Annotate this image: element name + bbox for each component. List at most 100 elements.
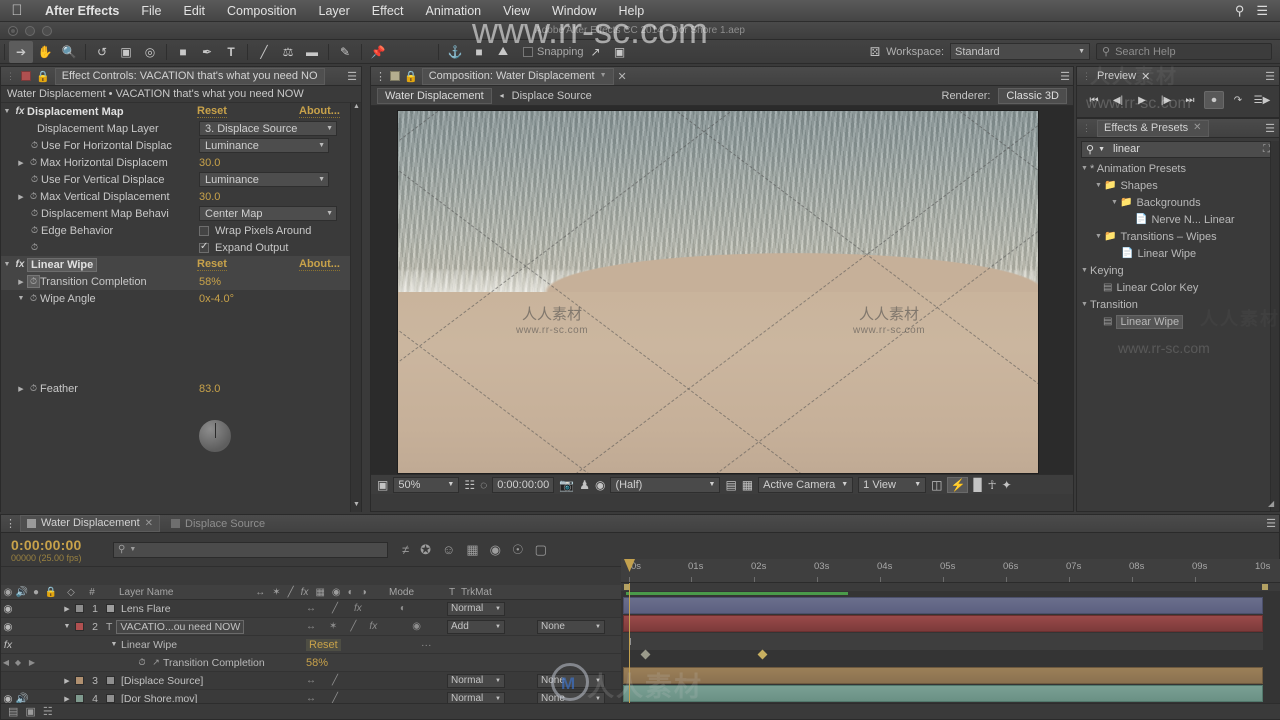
- tree-item-nerve-linear[interactable]: 📄 Nerve N... Linear: [1077, 211, 1279, 228]
- tree-item-shapes[interactable]: ▼ 📁 Shapes: [1077, 177, 1279, 194]
- hide-shy-layers-icon[interactable]: ☺: [442, 542, 455, 557]
- audio-toggle-icon[interactable]: 🔊: [15, 692, 29, 703]
- always-preview-icon[interactable]: ▣: [377, 478, 388, 492]
- effects-switch-icon[interactable]: fx: [369, 621, 377, 632]
- motion-blur-switch-icon[interactable]: ◉: [332, 587, 341, 598]
- menu-item-effect[interactable]: Effect: [361, 0, 415, 22]
- comp-flowchart-icon[interactable]: ☥: [988, 478, 997, 492]
- show-snapshot-icon[interactable]: ♟: [579, 478, 590, 492]
- property-value[interactable]: 0x-4.0°: [199, 293, 234, 305]
- panel-grip-icon[interactable]: ⋮: [375, 70, 386, 83]
- disclosure-triangle-icon[interactable]: ▶: [15, 278, 27, 286]
- effects-switch-icon[interactable]: fx: [301, 587, 309, 598]
- shy-switch-icon[interactable]: ↔: [306, 693, 316, 703]
- bounding-box-icon[interactable]: ▣: [608, 41, 632, 63]
- label-color-swatch[interactable]: [75, 604, 84, 613]
- toggle-switches-modes-icon[interactable]: ▤: [8, 705, 18, 718]
- menu-item-window[interactable]: Window: [541, 0, 607, 22]
- ram-preview-icon[interactable]: ⏺: [1204, 91, 1224, 109]
- table-row[interactable]: ◉ 🔊 ▶ 4 [Dor Shore.mov] ↔ ╱ Normal ▼ Non…: [1, 690, 621, 703]
- breadcrumb-water-displacement[interactable]: Water Displacement: [377, 87, 492, 104]
- stopwatch-icon[interactable]: ⏱: [28, 242, 41, 253]
- region-icon[interactable]: ▤: [725, 478, 736, 492]
- align-arrow-icon[interactable]: ↗: [584, 41, 608, 63]
- panel-menu-icon[interactable]: ☰: [1265, 122, 1275, 135]
- stopwatch-icon[interactable]: ⏱: [27, 275, 40, 288]
- tab-composition-water-displacement[interactable]: Composition: Water Displacement ▼: [421, 67, 614, 85]
- motion-blur-icon[interactable]: ◉: [490, 542, 501, 558]
- layer-bar-displace-source[interactable]: [623, 667, 1263, 684]
- disclosure-triangle-icon[interactable]: ▶: [59, 677, 75, 685]
- stopwatch-icon[interactable]: ⏱: [135, 657, 149, 668]
- graph-icon[interactable]: ↗: [149, 657, 163, 668]
- puppet-pin-tool[interactable]: 📌: [366, 41, 390, 63]
- about-link[interactable]: About...: [299, 105, 340, 118]
- stopwatch-icon[interactable]: ⏱: [27, 157, 40, 168]
- apple-icon[interactable]: : [0, 3, 34, 18]
- layer-bar-lens-flare[interactable]: [623, 597, 1263, 614]
- stopwatch-icon[interactable]: ⏱: [27, 191, 40, 202]
- reset-link[interactable]: Reset: [306, 638, 341, 651]
- video-toggle-icon[interactable]: ◉: [1, 603, 15, 615]
- draft-3d-icon[interactable]: ✪: [420, 542, 431, 558]
- shy-switch-icon[interactable]: ↔: [255, 587, 265, 598]
- last-frame-icon[interactable]: ⏭: [1180, 91, 1200, 109]
- rotation-tool[interactable]: ↺: [90, 41, 114, 63]
- layer-name[interactable]: VACATIO...ou need NOW: [116, 619, 245, 634]
- property-value[interactable]: 58%: [199, 276, 221, 288]
- layer-name[interactable]: Lens Flare: [121, 603, 171, 615]
- effects-presets-scrollbar[interactable]: [1270, 141, 1279, 511]
- views-select[interactable]: 1 View ▼: [858, 476, 927, 493]
- tree-item-linear-color-key[interactable]: ▤ Linear Color Key: [1077, 279, 1279, 296]
- close-icon[interactable]: ✕: [618, 70, 627, 83]
- magnification-select[interactable]: 50% ▼: [393, 476, 460, 493]
- layer-mode-select[interactable]: Normal ▼: [447, 691, 505, 703]
- disclosure-triangle-icon[interactable]: ▶: [15, 159, 27, 167]
- first-frame-icon[interactable]: ⏮: [1084, 91, 1104, 109]
- brainstorm-icon[interactable]: ☉: [512, 542, 524, 558]
- disclosure-triangle-icon[interactable]: ▼: [1, 261, 13, 268]
- effect-header-displacement-map[interactable]: ▼ fx Displacement Map Reset About...: [1, 103, 351, 120]
- keyframe-0[interactable]: [640, 649, 651, 660]
- layer-bar-vacation-text[interactable]: [623, 615, 1263, 632]
- close-icon[interactable]: ✕: [1193, 122, 1201, 133]
- adjustment-switch-icon[interactable]: ◐: [348, 587, 354, 598]
- disclosure-triangle-icon[interactable]: ▶: [59, 695, 75, 703]
- disclosure-triangle-icon[interactable]: ▼: [1079, 301, 1090, 308]
- shy-switch-icon[interactable]: ↔: [306, 675, 316, 686]
- quality-switch-icon[interactable]: ╱: [288, 587, 294, 598]
- tree-item-linear-wipe-preset[interactable]: 📄 Linear Wipe: [1077, 245, 1279, 262]
- stopwatch-icon[interactable]: ⏱: [27, 383, 40, 394]
- reset-link[interactable]: Reset: [197, 258, 227, 271]
- use-for-horizontal-select[interactable]: Luminance ▼: [199, 138, 329, 153]
- fast-previews-icon[interactable]: ✦: [1002, 478, 1012, 492]
- checkbox-icon[interactable]: [199, 241, 209, 253]
- shy-switch-icon[interactable]: ↔: [306, 603, 316, 614]
- transparency-grid-icon[interactable]: ▦: [742, 478, 753, 492]
- stopwatch-icon[interactable]: ⏱: [28, 208, 41, 219]
- fill-swatch-icon[interactable]: ■: [467, 41, 491, 63]
- composition-canvas[interactable]: 人人素材 www.rr-sc.com 人人素材 www.rr-sc.com: [397, 110, 1039, 474]
- renderer-value[interactable]: Classic 3D: [998, 87, 1067, 104]
- lock-icon[interactable]: 🔒: [43, 587, 59, 598]
- search-help-input[interactable]: ⚲ Search Help: [1096, 43, 1272, 60]
- snapping-toggle[interactable]: Snapping: [523, 46, 584, 58]
- layer-mode-select[interactable]: Normal ▼: [447, 673, 505, 688]
- disclosure-triangle-icon[interactable]: ▼: [1, 108, 13, 115]
- collapse-switch-icon[interactable]: ✶: [329, 621, 337, 632]
- menu-item-after-effects[interactable]: After Effects: [34, 0, 130, 22]
- list-icon[interactable]: ☰: [1256, 3, 1268, 19]
- menu-item-layer[interactable]: Layer: [308, 0, 361, 22]
- audio-icon[interactable]: 🔊: [15, 587, 29, 598]
- breadcrumb-displace-source[interactable]: Displace Source: [512, 90, 592, 102]
- shy-switch-icon[interactable]: ↔: [306, 621, 316, 632]
- tree-item-keying[interactable]: ▼ Keying: [1077, 262, 1279, 279]
- timecode-display[interactable]: 0:00:00:00: [492, 476, 555, 493]
- layer-name[interactable]: [Dor Shore.mov]: [121, 693, 197, 704]
- clear-search-icon[interactable]: ⛶: [1263, 144, 1270, 155]
- tab-effects-presets[interactable]: Effects & Presets ✕: [1097, 119, 1209, 137]
- panel-menu-icon[interactable]: ☰: [1266, 517, 1276, 530]
- play-icon[interactable]: ▶: [1132, 91, 1152, 109]
- brush-tool[interactable]: ╱: [252, 41, 276, 63]
- menu-item-view[interactable]: View: [492, 0, 541, 22]
